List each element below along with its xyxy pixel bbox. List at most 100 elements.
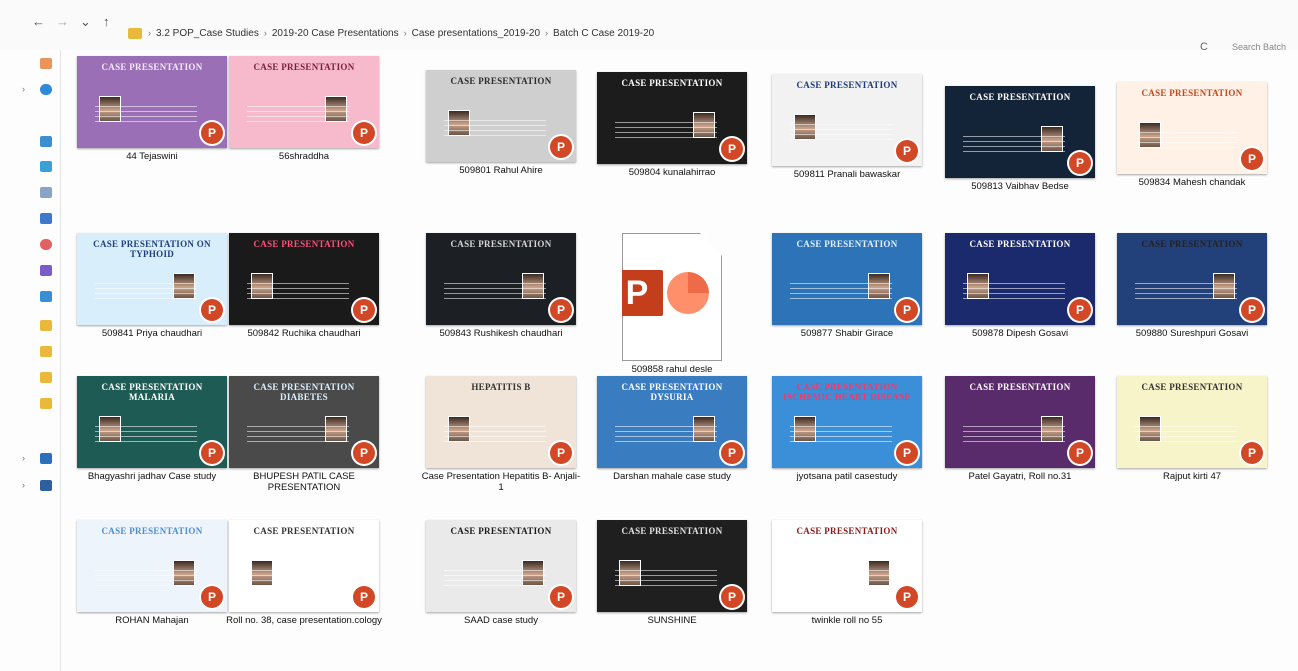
chevron-right-icon[interactable]: ›: [22, 84, 25, 94]
folder-icon[interactable]: [40, 291, 52, 302]
downloads-icon[interactable]: [40, 161, 52, 172]
powerpoint-badge-icon: P: [353, 442, 375, 464]
powerpoint-badge-icon: P: [1069, 152, 1091, 174]
file-item[interactable]: Case Presentation MALARIA P Bhagyashri jad…: [72, 376, 232, 482]
slide-title: Case Presentation DYSURIA: [621, 382, 723, 402]
powerpoint-badge-icon: P: [1069, 299, 1091, 321]
this-pc-icon[interactable]: [40, 453, 52, 464]
chevron-right-icon[interactable]: ›: [22, 453, 25, 463]
chevron-right-icon: ›: [403, 28, 407, 38]
slide-text-lines: [247, 106, 349, 126]
address-bar[interactable]: › 3.2 POP_Case Studies › 2019-20 Case Pr…: [128, 22, 1188, 44]
slide-thumbnail: HEPATITIS B P: [426, 376, 576, 468]
powerpoint-badge-icon: P: [896, 140, 918, 162]
breadcrumb-item[interactable]: 3.2 POP_Case Studies: [156, 28, 259, 39]
file-name: 509804 kunalahirrao: [628, 167, 716, 178]
slide-text-lines: [247, 426, 349, 446]
slide-text-lines: [790, 124, 892, 144]
slide-thumbnail: CASE PRESENTATION P: [229, 56, 379, 148]
file-name: 56shraddha: [278, 151, 330, 162]
file-item[interactable]: CASE PRESENTATION P 509813 Vaibhav Bedse: [940, 86, 1100, 192]
slide-title: CASE PRESENTATION: [253, 239, 355, 249]
file-name: Darshan mahale case study: [613, 471, 731, 482]
file-name: ROHAN Mahajan: [115, 615, 189, 626]
slide-text-lines: [790, 570, 892, 590]
documents-icon[interactable]: [40, 187, 52, 198]
folder-icon[interactable]: [40, 320, 52, 331]
powerpoint-logo-icon: P: [622, 270, 663, 316]
powerpoint-badge-icon: P: [896, 299, 918, 321]
folder-icon[interactable]: [40, 398, 52, 409]
slide-thumbnail: CASE PRESENTATION P: [597, 520, 747, 612]
file-item[interactable]: CASE PRESENTATION DIABETES P BHUPESH PATIL…: [224, 376, 384, 493]
file-item[interactable]: Case Presentation DYSURIA P Darshan mahale…: [592, 376, 752, 482]
file-name: 509880 Sureshpuri Gosavi: [1135, 328, 1249, 339]
folder-icon[interactable]: [40, 346, 52, 357]
file-item[interactable]: CASE PRESENTATION P 56shraddha: [224, 56, 384, 162]
folder-icon[interactable]: [40, 372, 52, 383]
file-name: 509834 Mahesh chandak: [1138, 177, 1246, 188]
pictures-icon[interactable]: [40, 213, 52, 224]
recent-locations-icon[interactable]: ⌄: [80, 14, 91, 30]
breadcrumb-item[interactable]: Batch C Case 2019-20: [553, 28, 654, 39]
slide-thumbnail: CASE PRESENTATION P: [229, 233, 379, 325]
title-bar: ← → ⌄ ↑ › 3.2 POP_Case Studies › 2019-20…: [0, 0, 1298, 53]
file-item[interactable]: CASE PRESENTATION P 509811 Pranali bawaska…: [767, 74, 927, 180]
file-item[interactable]: Case presentation on Typhoid P 509841 Priy…: [72, 233, 232, 339]
powerpoint-badge-icon: P: [1241, 442, 1263, 464]
network-icon[interactable]: [40, 480, 52, 491]
file-item[interactable]: Case Presentation P Rajput kirti 47: [1112, 376, 1272, 482]
breadcrumb-item[interactable]: Case presentations_2019-20: [412, 28, 540, 39]
file-name: SAAD case study: [464, 615, 538, 626]
file-item[interactable]: CASE PRESENTATION P Patel Gayatri, Roll no…: [940, 376, 1100, 482]
powerpoint-badge-icon: P: [550, 442, 572, 464]
file-name: 509841 Priya chaudhari: [101, 328, 203, 339]
cloud-icon[interactable]: [40, 84, 52, 95]
slide-thumbnail: CASE PRESENTATION P: [426, 70, 576, 162]
pie-chart-icon: [667, 272, 709, 314]
file-item[interactable]: HEPATITIS B P Case Presentation Hepatitis …: [421, 376, 581, 493]
file-item[interactable]: CASE PRESENTATION ISCHEMIC HEART DISEASE…: [767, 376, 927, 482]
slide-title: CASE PRESENTATION: [101, 62, 203, 72]
music-icon[interactable]: [40, 239, 52, 250]
powerpoint-badge-icon: P: [721, 442, 743, 464]
videos-icon[interactable]: [40, 265, 52, 276]
slide-text-lines: [615, 570, 717, 590]
slide-text-lines: [95, 283, 197, 303]
file-name: 44 Tejaswini: [126, 151, 178, 162]
file-item[interactable]: CASE PRESENTATION P Roll no. 38, case pres…: [224, 520, 384, 626]
file-item[interactable]: CASE PRESENTATION P 509804 kunalahirrao: [592, 72, 752, 178]
file-item[interactable]: CASE PRESENTATION P 509801 Rahul Ahire: [421, 70, 581, 176]
chevron-right-icon[interactable]: ›: [22, 480, 25, 490]
file-item[interactable]: Case Presentation P 509880 Sureshpuri Gosa…: [1112, 233, 1272, 339]
slide-thumbnail: Case Presentation P: [1117, 233, 1267, 325]
file-name: 509858 rahul desle: [631, 364, 713, 375]
file-item[interactable]: CASE PRESENTATION P 509877 Shabir Girace: [767, 233, 927, 339]
powerpoint-badge-icon: P: [353, 586, 375, 608]
navigation-pane: › › ›: [22, 50, 61, 671]
file-item[interactable]: CASE PRESENTATION P 509878 Dipesh Gosavi: [940, 233, 1100, 339]
slide-thumbnail: CASE PRESENTATION ISCHEMIC HEART DISEASE…: [772, 376, 922, 468]
file-item[interactable]: P 509858 rahul desle: [592, 233, 752, 375]
desktop-icon[interactable]: [40, 136, 52, 147]
file-item[interactable]: CASE PRESENTATION P SUNSHINE: [592, 520, 752, 626]
file-item[interactable]: CASE PRESENTATION P 509834 Mahesh chandak: [1112, 82, 1272, 188]
file-item[interactable]: CASE PRESENTATION P ROHAN Mahajan: [72, 520, 232, 626]
file-item[interactable]: CASE PRESENTATION P 44 Tejaswini: [72, 56, 232, 162]
slide-title: CASE PRESENTATION: [796, 80, 898, 90]
powerpoint-badge-icon: P: [201, 586, 223, 608]
file-name: SUNSHINE: [647, 615, 697, 626]
breadcrumb-item[interactable]: 2019-20 Case Presentations: [272, 28, 399, 39]
slide-title: Case presentation on Typhoid: [93, 239, 211, 259]
file-item[interactable]: CASE PRESENTATION P 509842 Ruchika chaudha…: [224, 233, 384, 339]
slide-text-lines: [247, 283, 349, 303]
forward-arrow-icon[interactable]: →: [56, 14, 69, 29]
back-arrow-icon[interactable]: ←: [32, 14, 45, 29]
file-item[interactable]: CASE PRESENTATION Ptwinkle roll no 55: [767, 520, 927, 626]
slide-title: CASE PRESENTATION: [969, 382, 1071, 392]
file-item[interactable]: Case presentation P 509843 Rushikesh chaud…: [421, 233, 581, 339]
file-name: 509877 Shabir Girace: [800, 328, 894, 339]
file-item[interactable]: CASE PRESENTATION P SAAD case study: [421, 520, 581, 626]
home-icon[interactable]: [40, 58, 52, 69]
up-arrow-icon[interactable]: ↑: [103, 14, 110, 29]
